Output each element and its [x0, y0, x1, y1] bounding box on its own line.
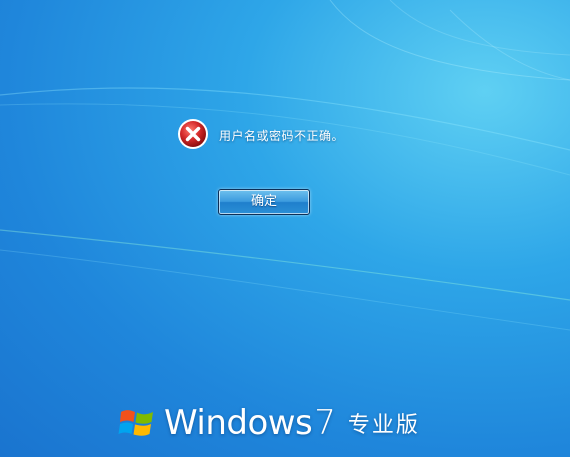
error-message: 用户名或密码不正确。: [219, 129, 345, 143]
error-icon: [177, 118, 209, 150]
windows-branding: Windows 7 专业版: [118, 400, 420, 446]
background-swirl: [0, 0, 570, 331]
ok-button[interactable]: 确定: [218, 189, 310, 215]
windows-flag-icon: [118, 410, 153, 436]
product-version: 7: [314, 403, 336, 443]
product-name: Windows: [164, 403, 313, 443]
product-edition: 专业版: [347, 413, 420, 438]
